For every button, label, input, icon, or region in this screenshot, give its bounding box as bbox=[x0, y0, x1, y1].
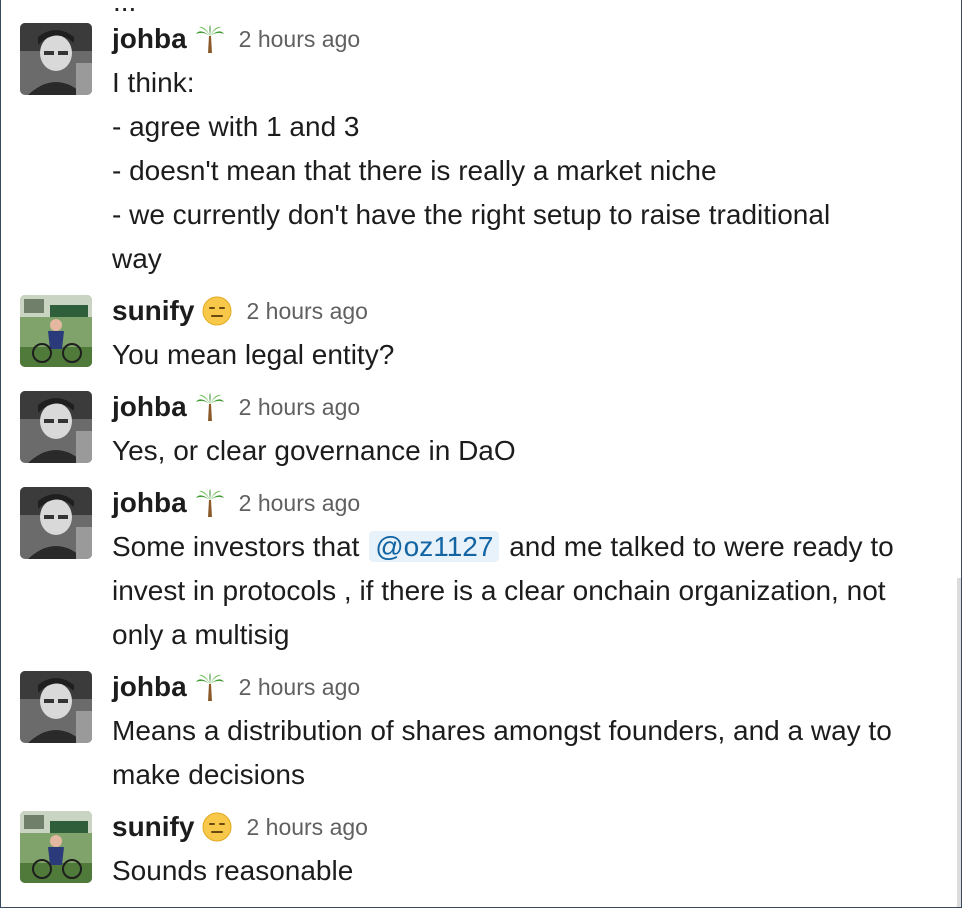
expressionless-face-icon bbox=[202, 812, 232, 842]
message-line: Yes, or clear governance in DaO bbox=[112, 435, 516, 466]
message-line: - we currently don't have the right setu… bbox=[112, 199, 831, 230]
message-line: - doesn't mean that there is really a ma… bbox=[112, 155, 717, 186]
message-header: johba 2 hours ago bbox=[112, 22, 360, 56]
message-line: only a multisig bbox=[112, 619, 290, 650]
message-line: way bbox=[112, 243, 162, 274]
message-line: You mean legal entity? bbox=[112, 339, 395, 370]
palm-tree-icon bbox=[195, 392, 225, 422]
message-header: sunify 2 hours ago bbox=[112, 294, 368, 328]
scrollbar[interactable] bbox=[957, 578, 961, 907]
timestamp[interactable]: 2 hours ago bbox=[239, 26, 360, 53]
message-line: I think: bbox=[112, 67, 195, 98]
avatar-johba[interactable] bbox=[20, 671, 92, 743]
message-text: Sounds reasonable bbox=[112, 849, 947, 893]
clipped-previous-message: ... bbox=[113, 0, 137, 17]
message-text: Some investors that @oz1127 and me talke… bbox=[112, 525, 947, 657]
timestamp[interactable]: 2 hours ago bbox=[246, 814, 367, 841]
timestamp[interactable]: 2 hours ago bbox=[239, 490, 360, 517]
palm-tree-icon bbox=[195, 672, 225, 702]
avatar-sunify[interactable] bbox=[20, 811, 92, 883]
message-line: Means a distribution of shares amongst f… bbox=[112, 715, 892, 746]
message-line: Sounds reasonable bbox=[112, 855, 354, 886]
username[interactable]: johba bbox=[112, 23, 187, 55]
message-text: I think: - agree with 1 and 3 - doesn't … bbox=[112, 61, 947, 281]
username[interactable]: johba bbox=[112, 391, 187, 423]
message-text-segment: Some investors that bbox=[112, 531, 360, 562]
username[interactable]: johba bbox=[112, 487, 187, 519]
message-text-segment: and me talked to were ready to bbox=[509, 531, 894, 562]
message-text: You mean legal entity? bbox=[112, 333, 947, 377]
avatar-sunify[interactable] bbox=[20, 295, 92, 367]
user-mention[interactable]: @oz1127 bbox=[369, 531, 500, 562]
message-line: invest in protocols , if there is a clea… bbox=[112, 575, 886, 606]
message-list: ... johba 2 hours ago I think: - agree w… bbox=[0, 0, 962, 908]
palm-tree-icon bbox=[195, 488, 225, 518]
timestamp[interactable]: 2 hours ago bbox=[246, 298, 367, 325]
message-line: make decisions bbox=[112, 759, 305, 790]
avatar-johba[interactable] bbox=[20, 487, 92, 559]
message-line: - agree with 1 and 3 bbox=[112, 111, 360, 142]
avatar-johba[interactable] bbox=[20, 23, 92, 95]
message-header: sunify 2 hours ago bbox=[112, 810, 368, 844]
username[interactable]: sunify bbox=[112, 295, 194, 327]
message-line: Some investors that @oz1127 and me talke… bbox=[112, 525, 947, 569]
palm-tree-icon bbox=[195, 24, 225, 54]
username[interactable]: sunify bbox=[112, 811, 194, 843]
message-header: johba 2 hours ago bbox=[112, 486, 360, 520]
timestamp[interactable]: 2 hours ago bbox=[239, 394, 360, 421]
avatar-johba[interactable] bbox=[20, 391, 92, 463]
message-header: johba 2 hours ago bbox=[112, 670, 360, 704]
message-header: johba 2 hours ago bbox=[112, 390, 360, 424]
expressionless-face-icon bbox=[202, 296, 232, 326]
timestamp[interactable]: 2 hours ago bbox=[239, 674, 360, 701]
username[interactable]: johba bbox=[112, 671, 187, 703]
message-text: Yes, or clear governance in DaO bbox=[112, 429, 947, 473]
message-text: Means a distribution of shares amongst f… bbox=[112, 709, 947, 797]
